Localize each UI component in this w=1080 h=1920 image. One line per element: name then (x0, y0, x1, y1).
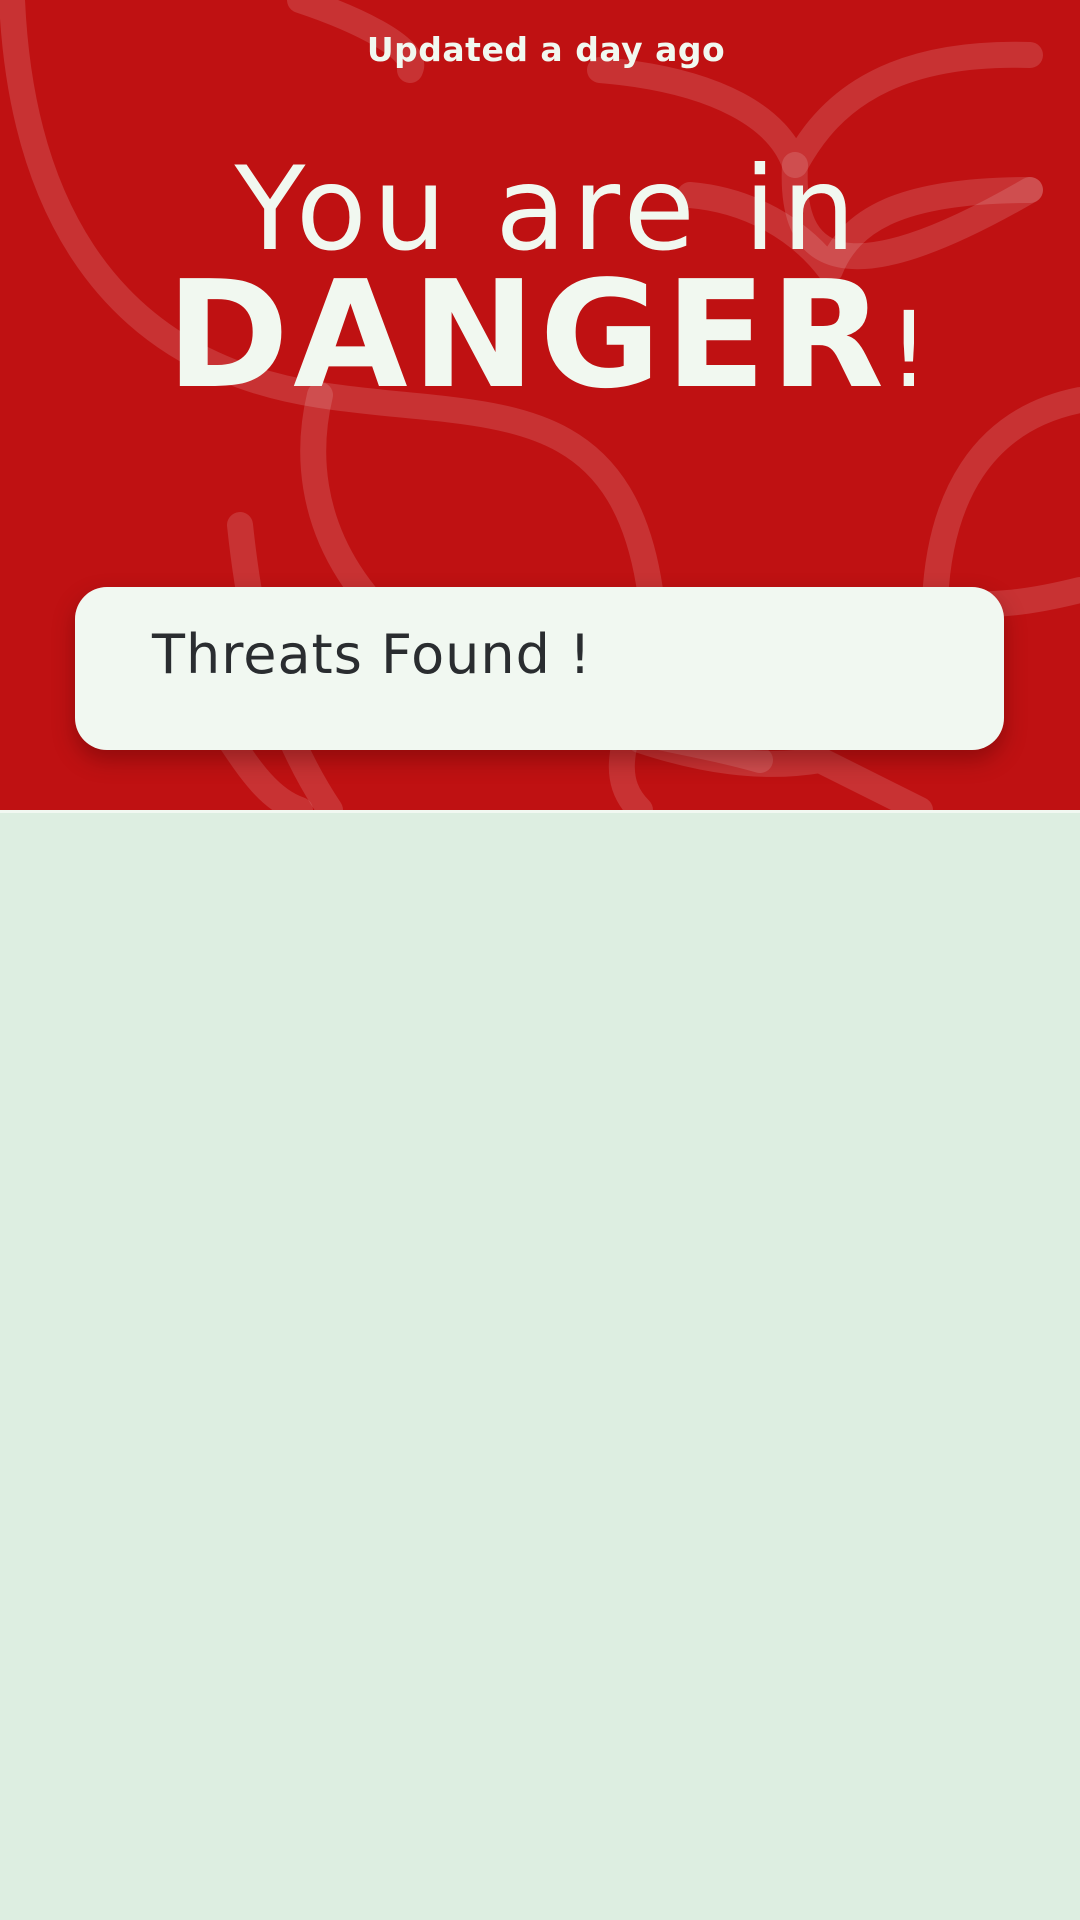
threats-found-label: Threats Found ! (152, 623, 592, 686)
danger-word: DANGER (166, 249, 889, 421)
threats-found-card[interactable]: Threats Found ! (75, 587, 1004, 750)
danger-headline: DANGER! (0, 255, 1080, 430)
last-updated-text: Updated a day ago (366, 30, 726, 69)
danger-exclamation: ! (888, 289, 930, 411)
results-content-area (0, 813, 1080, 1920)
danger-status-screen: Updated a day ago You are in DANGER! Thr… (0, 0, 1080, 1920)
danger-hero-panel: Updated a day ago You are in DANGER! Thr… (0, 0, 1080, 813)
